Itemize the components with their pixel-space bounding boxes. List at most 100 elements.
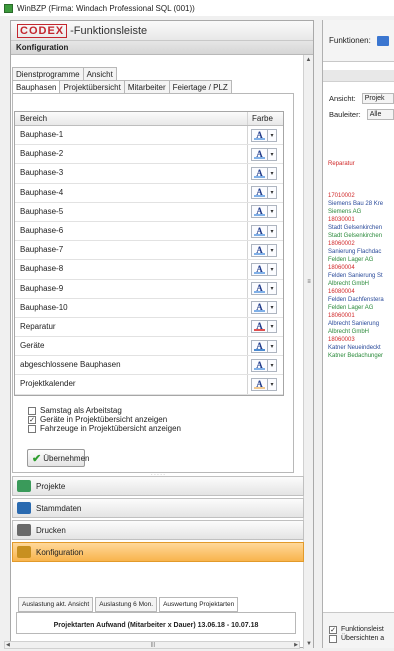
view-select[interactable]: Projek (361, 92, 394, 104)
scroll-left-icon[interactable]: ◀ (6, 642, 10, 648)
checkbox-saturday[interactable] (28, 406, 36, 415)
chevron-down-icon[interactable]: ▾ (268, 128, 277, 142)
table-row[interactable]: Reparatur A ▾ (15, 317, 283, 338)
chevron-down-icon[interactable]: ▾ (268, 147, 277, 161)
chevron-down-icon[interactable]: ▾ (268, 320, 277, 334)
apply-button[interactable]: ✔ Übernehmen (27, 449, 89, 467)
list-item[interactable]: Felden Lager AG (328, 304, 394, 312)
checkbox-show-vehicles[interactable] (28, 424, 36, 433)
scroll-down-icon[interactable]: ▼ (304, 639, 314, 649)
list-item[interactable]: Katner Neueindeckt (328, 344, 394, 352)
tab-feiertage-plz[interactable]: Feiertage / PLZ (168, 80, 232, 93)
chevron-down-icon[interactable]: ▾ (268, 358, 277, 372)
chevron-down-icon[interactable]: ▾ (268, 301, 277, 315)
chevron-down-icon[interactable]: ▾ (268, 243, 277, 257)
footer-option-2[interactable]: Übersichten a (329, 634, 394, 643)
nav-projekte[interactable]: Projekte (12, 476, 304, 496)
list-item[interactable]: Felden Dachfenstera (328, 296, 394, 304)
font-color-icon[interactable]: A (251, 358, 268, 372)
horizontal-scrollbar[interactable]: ◀ ||| ▶ (4, 641, 300, 649)
font-color-icon[interactable]: A (251, 339, 268, 353)
font-color-icon[interactable]: A (251, 282, 268, 296)
table-row[interactable]: Bauphase-1 A ▾ (15, 126, 283, 146)
chevron-down-icon[interactable]: ▾ (268, 378, 277, 392)
tab-projektuebersicht[interactable]: Projektübersicht (59, 80, 125, 93)
table-row[interactable]: Projektkalender A ▾ (15, 375, 283, 395)
scroll-grip-icon[interactable]: ≡ (304, 277, 314, 287)
checkbox-show-devices[interactable]: ✓ (28, 415, 36, 424)
list-item[interactable]: 18030001 (328, 216, 394, 224)
column-header-area[interactable]: Bereich (15, 112, 248, 125)
table-row[interactable]: Bauphase-10 A ▾ (15, 298, 283, 318)
table-row[interactable]: Bauphase-5 A ▾ (15, 202, 283, 222)
font-color-icon[interactable]: A (251, 224, 268, 238)
list-item[interactable]: 18060001 (328, 312, 394, 320)
footer-option-1[interactable]: ✓ Funktionsleist (329, 625, 394, 634)
tab-project-type-evaluation[interactable]: Auswertung Projektarten (159, 597, 239, 612)
scroll-grip-icon[interactable]: ||| (151, 642, 155, 648)
nav-konfiguration[interactable]: Konfiguration (12, 542, 304, 562)
font-color-icon[interactable]: A (251, 243, 268, 257)
tab-ansicht[interactable]: Ansicht (82, 67, 117, 80)
table-row[interactable]: abgeschlossene Bauphasen A ▾ (15, 356, 283, 376)
function-button-icon[interactable] (376, 35, 389, 46)
table-row[interactable]: Bauphase-8 A ▾ (15, 260, 283, 280)
font-color-icon[interactable]: A (251, 320, 268, 334)
tab-dienstprogramme[interactable]: Dienstprogramme (12, 67, 84, 80)
nav-stammdaten[interactable]: Stammdaten (12, 498, 304, 518)
table-row[interactable]: Bauphase-2 A ▾ (15, 145, 283, 165)
font-color-icon[interactable]: A (251, 186, 268, 200)
vertical-scrollbar[interactable]: ▲ ≡ ▼ (303, 55, 313, 649)
font-color-icon[interactable]: A (251, 128, 268, 142)
tab-bauphasen[interactable]: Bauphasen (12, 80, 61, 94)
list-item[interactable]: Sanierung Flachdac (328, 248, 394, 256)
list-item[interactable]: Albrecht GmbH (328, 280, 394, 288)
list-item[interactable]: 16080004 (328, 288, 394, 296)
table-row[interactable]: Bauphase-9 A ▾ (15, 279, 283, 299)
list-item[interactable]: Felden Lager AG (328, 256, 394, 264)
manager-select[interactable]: Alle (366, 108, 394, 120)
list-item[interactable] (328, 176, 394, 184)
chevron-down-icon[interactable]: ▾ (268, 205, 277, 219)
option-show-vehicles[interactable]: Fahrzeuge in Projektübersicht anzeigen (28, 424, 181, 433)
font-color-icon[interactable]: A (251, 205, 268, 219)
font-color-icon[interactable]: A (251, 301, 268, 315)
list-item[interactable]: Siemens AG (328, 208, 394, 216)
chevron-down-icon[interactable]: ▾ (268, 166, 277, 180)
list-item[interactable] (328, 168, 394, 176)
list-item[interactable]: 18060003 (328, 336, 394, 344)
chevron-down-icon[interactable]: ▾ (268, 224, 277, 238)
list-item[interactable]: Stadt Gelsenkirchen (328, 232, 394, 240)
tab-utilization-current[interactable]: Auslastung akt. Ansicht (18, 597, 94, 612)
nav-drucken[interactable]: Drucken (12, 520, 304, 540)
font-color-icon[interactable]: A (251, 378, 268, 392)
column-header-color[interactable]: Farbe (248, 112, 283, 125)
chevron-down-icon[interactable]: ▾ (268, 282, 277, 296)
table-row[interactable]: Bauphase-7 A ▾ (15, 241, 283, 261)
scroll-up-icon[interactable]: ▲ (304, 55, 313, 65)
font-color-icon[interactable]: A (251, 147, 268, 161)
tab-utilization-6-months[interactable]: Auslastung 6 Mon. (95, 597, 158, 612)
list-item[interactable] (328, 184, 394, 192)
list-item[interactable]: Albrecht GmbH (328, 328, 394, 336)
font-color-icon[interactable]: A (251, 166, 268, 180)
table-row[interactable]: Geräte A ▾ (15, 337, 283, 357)
chevron-down-icon[interactable]: ▾ (268, 339, 277, 353)
table-row[interactable]: Bauphase-6 A ▾ (15, 221, 283, 242)
table-row[interactable]: Bauphase-3 A ▾ (15, 164, 283, 184)
list-item[interactable]: Felden Sanierung St (328, 272, 394, 280)
list-item[interactable]: Siemens Bau 28 Kre (328, 200, 394, 208)
list-item[interactable]: 18060002 (328, 240, 394, 248)
list-item[interactable]: Albrecht Sanierung (328, 320, 394, 328)
scroll-right-icon[interactable]: ▶ (294, 642, 298, 648)
list-item[interactable]: Stadt Gelsenkirchen (328, 224, 394, 232)
checkbox-overviews[interactable] (329, 634, 337, 643)
chevron-down-icon[interactable]: ▾ (268, 262, 277, 276)
checkbox-function-bar[interactable]: ✓ (329, 625, 337, 634)
list-item[interactable]: Katner Bedachunger (328, 352, 394, 360)
tab-mitarbeiter[interactable]: Mitarbeiter (123, 80, 170, 93)
chevron-down-icon[interactable]: ▾ (268, 186, 277, 200)
option-saturday[interactable]: Samstag als Arbeitstag (28, 406, 181, 415)
font-color-icon[interactable]: A (251, 262, 268, 276)
table-row[interactable]: Bauphase-4 A ▾ (15, 183, 283, 203)
